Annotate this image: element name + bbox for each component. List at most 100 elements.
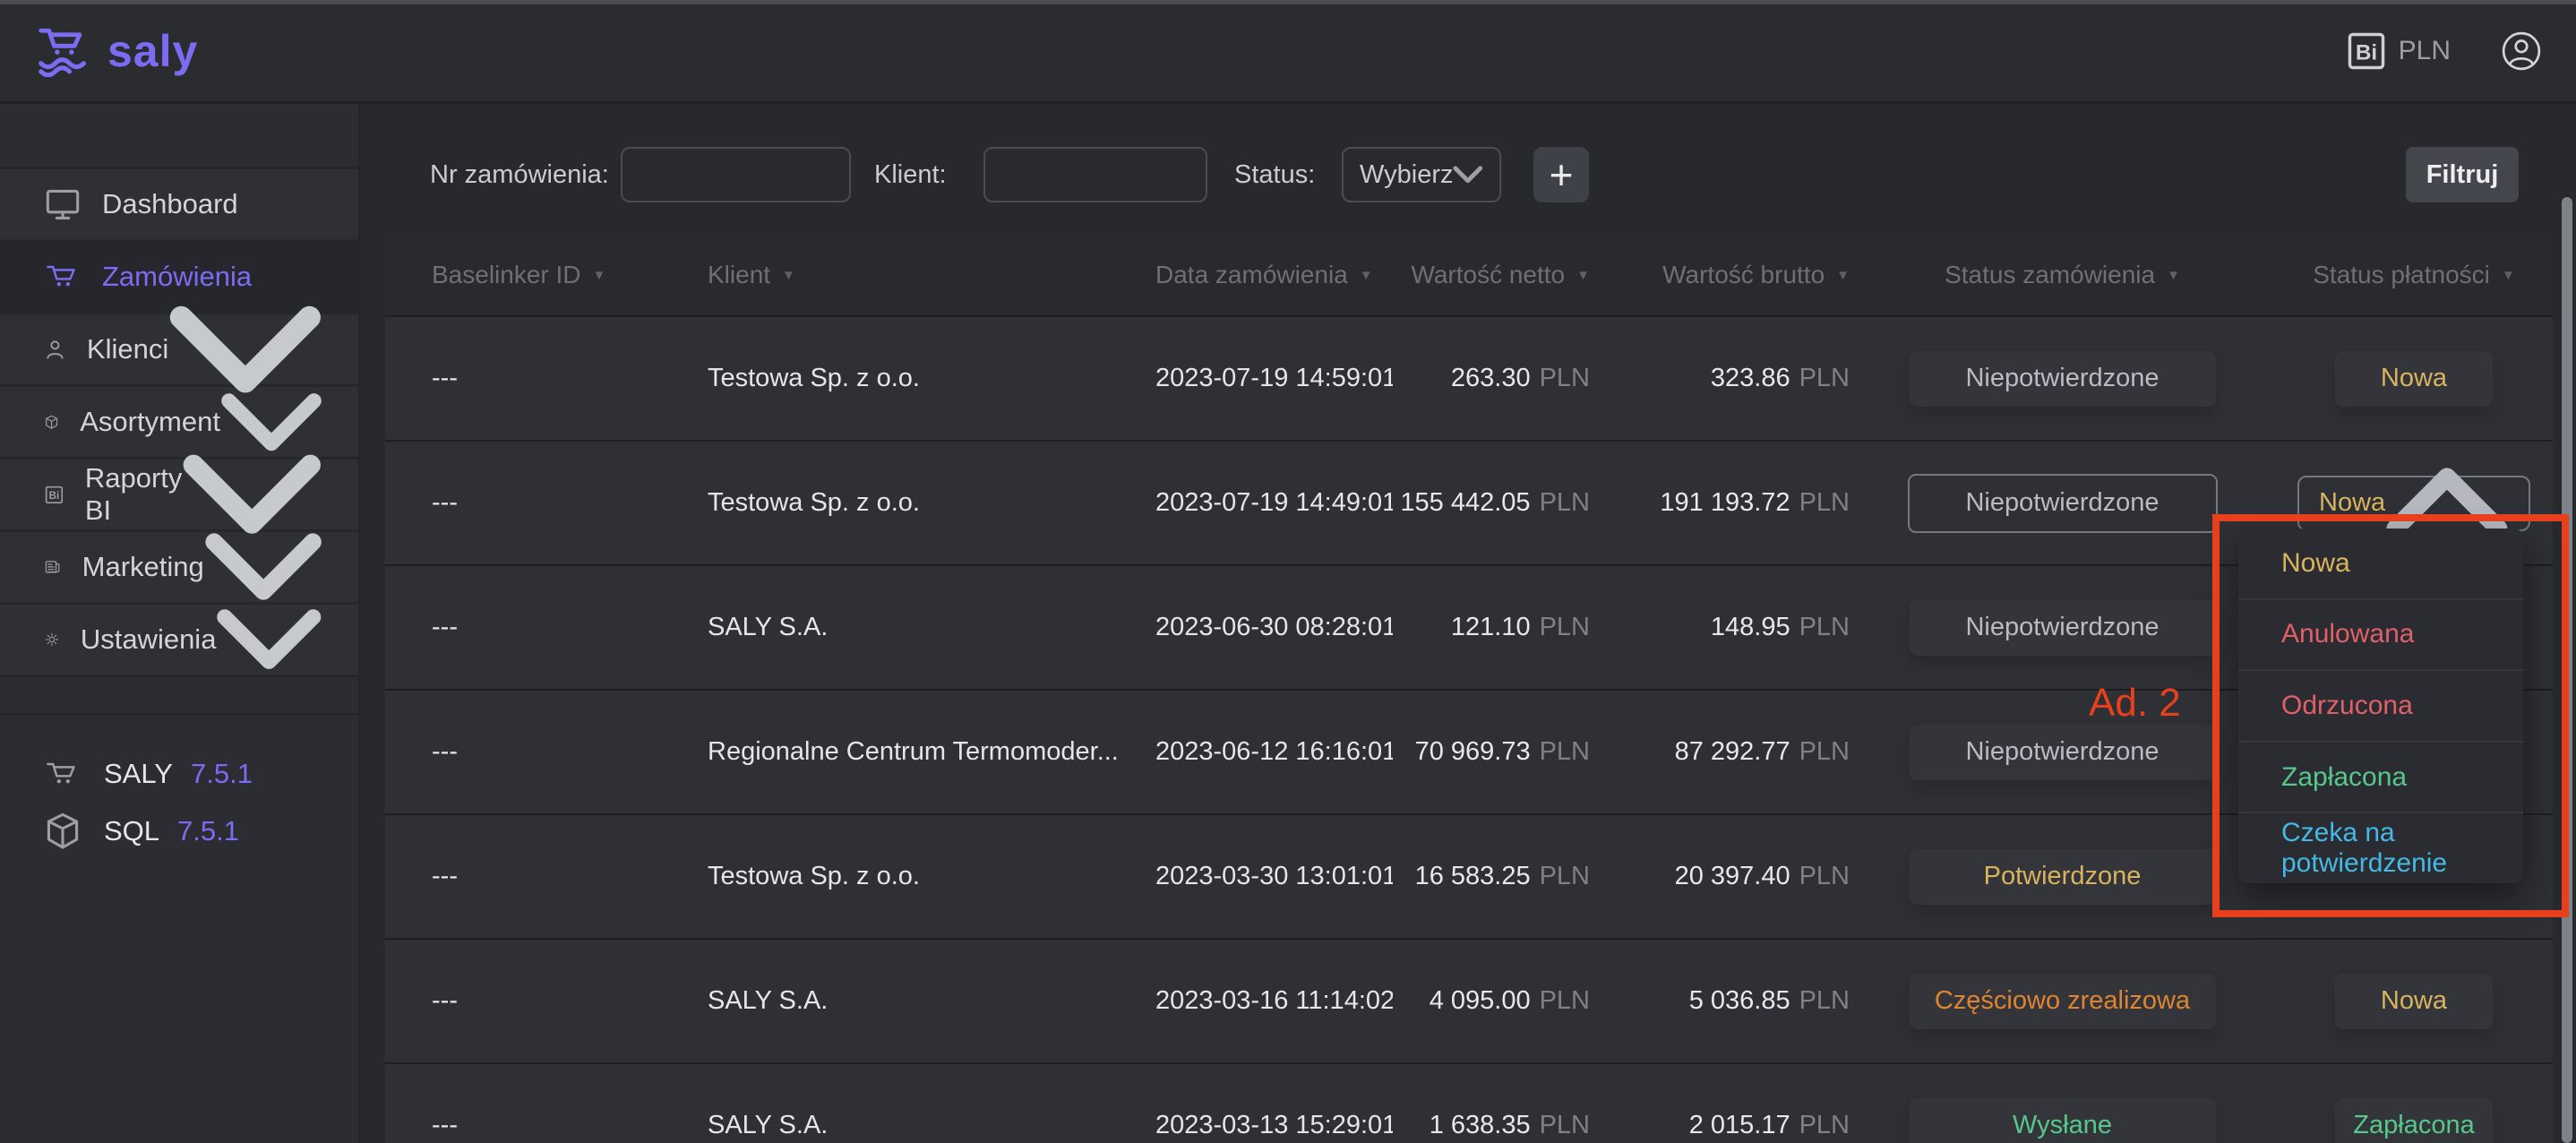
user-account-button[interactable] (2501, 30, 2542, 72)
sidebar-divider (0, 713, 358, 715)
window-top-edge (0, 0, 2576, 4)
column-header-label: Wartość brutto (1662, 261, 1825, 289)
bi-icon: Bi (45, 486, 64, 504)
user-avatar-icon (2501, 30, 2542, 72)
cell-brutto: 2 015.17PLN (1590, 1064, 1850, 1143)
currency-switcher[interactable]: Bi PLN (2347, 31, 2451, 71)
brand-logo[interactable]: saly (36, 25, 198, 77)
order-status-badge[interactable]: Niepotwierdzone (1910, 725, 2216, 780)
order-status-badge[interactable]: Niepotwierdzone (1910, 600, 2216, 656)
payment-status-badge[interactable]: Zapłacona (2335, 1098, 2493, 1143)
payment-status-select[interactable]: Nowa (2297, 476, 2530, 531)
currency-label: PLN (2399, 36, 2451, 66)
cell-client: Testowa Sp. z o.o. (708, 442, 1155, 564)
filter-button[interactable]: Filtruj (2406, 147, 2519, 202)
status-select-value: Wybierz (1360, 160, 1453, 190)
table-row[interactable]: ---Testowa Sp. z o.o.2023-03-30 13:01:01… (385, 813, 2553, 938)
cell-order-date: 2023-07-19 14:59:01 (1155, 317, 1393, 440)
order-status-badge[interactable]: Niepotwierdzone (1908, 474, 2218, 533)
cell-order-date: 2023-06-30 08:28:01 (1155, 566, 1393, 689)
column-header-warto-brutto[interactable]: Wartość brutto▼ (1590, 235, 1850, 315)
column-header-warto-netto[interactable]: Wartość netto▼ (1393, 235, 1590, 315)
table-row[interactable]: ---SALY S.A.2023-06-30 08:28:01121.10PLN… (385, 564, 2553, 689)
cell-payment-status: Nowa (2275, 317, 2553, 440)
order-status-badge[interactable]: Niepotwierdzone (1910, 351, 2216, 407)
cell-order-status: Niepotwierdzone (1850, 317, 2275, 440)
dropdown-option[interactable]: Czeka na potwierdzenie (2238, 812, 2523, 883)
dropdown-option[interactable]: Anulowana (2238, 598, 2523, 670)
bi-icon: Bi (2347, 31, 2386, 71)
sidebar-item-label: Asortyment (80, 406, 220, 438)
table-row[interactable]: ---SALY S.A.2023-03-13 15:29:011 638.35P… (385, 1062, 2553, 1143)
dropdown-option[interactable]: Odrzucona (2238, 669, 2523, 741)
svg-text:Bi: Bi (2355, 40, 2376, 64)
client-input[interactable] (983, 147, 1207, 202)
cell-brutto: 148.95PLN (1590, 566, 1850, 689)
sidebar-nav: Dashboard Zamówienia Klienci Asortyment Bi Ra… (0, 167, 358, 677)
sidebar-item-asortyment[interactable]: Asortyment (0, 387, 358, 460)
chevron-down-icon (1453, 166, 1483, 184)
order-number-input[interactable] (621, 147, 851, 202)
sidebar-item-label: Marketing (82, 551, 204, 583)
cell-client: Regionalne Centrum Termomoder... (708, 691, 1155, 813)
table-row[interactable]: ---Testowa Sp. z o.o.2023-07-19 14:49:01… (385, 440, 2553, 564)
topbar-right: Bi PLN (2347, 30, 2542, 72)
order-status-badge[interactable]: Potwierdzone (1910, 849, 2216, 905)
dropdown-option[interactable]: Nowa (2238, 529, 2523, 598)
cell-baselinker-id: --- (385, 691, 708, 813)
box-icon (45, 415, 58, 430)
cell-netto: 263.30PLN (1393, 317, 1590, 440)
column-header-data-zam-wienia[interactable]: Data zamówienia▼ (1155, 235, 1393, 315)
sidebar-item-label: Klienci (87, 333, 168, 365)
column-header-label: Klient (708, 261, 770, 289)
sidebar-item-label: Raporty BI (85, 462, 183, 527)
table-row[interactable]: ---Regionalne Centrum Termomoder...2023-… (385, 689, 2553, 813)
cell-payment-status: Nowa (2275, 940, 2553, 1062)
sidebar-item-zam-wienia[interactable]: Zamówienia (0, 242, 358, 314)
cell-order-date: 2023-03-13 15:29:01 (1155, 1064, 1393, 1143)
cell-client: SALY S.A. (708, 940, 1155, 1062)
cell-brutto: 87 292.77PLN (1590, 691, 1850, 813)
box-icon (45, 812, 81, 851)
cell-brutto: 5 036.85PLN (1590, 940, 1850, 1062)
add-filter-button[interactable]: + (1533, 147, 1589, 202)
column-header-baselinker-id[interactable]: Baselinker ID▼ (385, 235, 708, 315)
chevron-down-icon (216, 608, 322, 670)
sidebar-item-dashboard[interactable]: Dashboard (0, 169, 358, 242)
payment-status-dropdown: NowaAnulowanaOdrzuconaZapłaconaCzeka na … (2238, 529, 2523, 883)
column-header-status-zam-wienia[interactable]: Status zamówienia▼ (1850, 235, 2275, 315)
cell-netto: 70 969.73PLN (1393, 691, 1590, 813)
cell-netto: 1 638.35PLN (1393, 1064, 1590, 1143)
column-header-label: Baselinker ID (432, 261, 581, 289)
status-label: Status: (1234, 147, 1315, 202)
cell-order-status: Niepotwierdzone (1850, 566, 2275, 689)
cell-payment-status: Zapłacona (2275, 1064, 2553, 1143)
cell-client: Testowa Sp. z o.o. (708, 317, 1155, 440)
brand-logo-text: saly (107, 25, 198, 77)
version-row-sql: SQL7.5.1 (0, 803, 358, 860)
table-row[interactable]: ---SALY S.A.2023-03-16 11:14:024 095.00P… (385, 938, 2553, 1062)
version-product: SALY (104, 758, 173, 790)
status-select[interactable]: Wybierz (1342, 147, 1501, 202)
payment-status-badge[interactable]: Nowa (2335, 351, 2493, 407)
order-status-badge[interactable]: Wysłane (1910, 1098, 2216, 1143)
cell-baselinker-id: --- (385, 566, 708, 689)
gear-icon (45, 632, 59, 647)
order-status-badge[interactable]: Częściowo zrealizowa (1910, 974, 2216, 1029)
sidebar-item-raporty-bi[interactable]: Bi Raporty BI (0, 460, 358, 532)
table-row[interactable]: ---Testowa Sp. z o.o.2023-07-19 14:59:01… (385, 315, 2553, 440)
table-body: ---Testowa Sp. z o.o.2023-07-19 14:59:01… (385, 315, 2553, 1143)
dropdown-option[interactable]: Zapłacona (2238, 741, 2523, 812)
sidebar-item-marketing[interactable]: Marketing (0, 532, 358, 605)
scrollbar-thumb[interactable] (2562, 197, 2572, 1143)
sidebar-item-label: Zamówienia (102, 261, 252, 293)
sidebar-item-klienci[interactable]: Klienci (0, 314, 358, 387)
payment-status-badge[interactable]: Nowa (2335, 974, 2493, 1029)
cell-client: Testowa Sp. z o.o. (708, 815, 1155, 938)
column-header-status-p-atno-ci[interactable]: Status płatności▼ (2275, 235, 2553, 315)
column-header-klient[interactable]: Klient▼ (708, 235, 1155, 315)
cell-order-status: Niepotwierdzone (1850, 691, 2275, 813)
sidebar-item-ustawienia[interactable]: Ustawienia (0, 605, 358, 677)
cell-client: SALY S.A. (708, 566, 1155, 689)
cart-logo-icon (36, 25, 95, 77)
